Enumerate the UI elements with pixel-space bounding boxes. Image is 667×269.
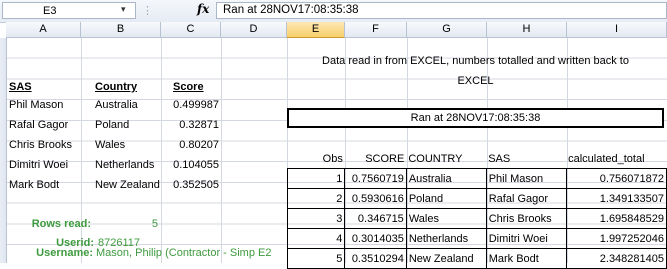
cell-score-3[interactable]: 0.80207 xyxy=(161,135,219,155)
insert-function-icon[interactable]: fx xyxy=(197,2,209,16)
column-header-c[interactable]: C xyxy=(161,22,221,38)
table-row: 3 0.346715 Wales Chris Brooks 1.69584852… xyxy=(286,208,667,229)
column-header-g[interactable]: G xyxy=(407,22,487,38)
description-line-1: Data read in from EXCEL, numbers totalle… xyxy=(322,55,629,67)
formula-text: Ran at 28NOV17:08:35:38 xyxy=(223,4,359,16)
column-header-e[interactable]: E xyxy=(287,22,345,38)
calculated-total[interactable]: 0.756071872 xyxy=(565,168,667,189)
obs[interactable]: 4 xyxy=(286,228,346,249)
cell-sas-3[interactable]: Chris Brooks xyxy=(9,135,72,155)
cell-country-2[interactable]: Poland xyxy=(95,115,129,135)
obs[interactable]: 1 xyxy=(286,168,346,189)
rows-read-value[interactable]: 5 xyxy=(100,214,158,234)
description-line-2: EXCEL xyxy=(457,75,494,87)
table-row: 5 0.3510294 New Zealand Mark Bodt 2.3482… xyxy=(286,248,667,269)
cell-reference: E3 xyxy=(43,5,57,17)
cell-country-4[interactable]: Netherlands xyxy=(95,155,154,175)
obs[interactable]: 2 xyxy=(286,188,346,209)
sas[interactable]: Rafal Gagor xyxy=(485,188,567,209)
country[interactable]: Wales xyxy=(405,208,487,229)
score[interactable]: 0.5930616 xyxy=(344,188,407,209)
username-label: Username: xyxy=(36,247,93,259)
formula-input[interactable]: Ran at 28NOV17:08:35:38 xyxy=(216,2,667,19)
column-header-d[interactable]: D xyxy=(221,22,287,38)
table-row: 2 0.5930616 Poland Rafal Gagor 1.3491335… xyxy=(286,188,667,209)
header-sas: SAS xyxy=(9,81,32,93)
country[interactable]: Australia xyxy=(405,168,487,189)
cell-score-2[interactable]: 0.32871 xyxy=(161,115,219,135)
cell-sas-1[interactable]: Phil Mason xyxy=(9,95,63,115)
sas[interactable]: Phil Mason xyxy=(485,168,567,189)
calculated-total[interactable]: 1.997252046 xyxy=(565,228,667,249)
calculated-total[interactable]: 2.348281405 xyxy=(565,248,667,269)
cell-score-1[interactable]: 0.499987 xyxy=(161,95,219,115)
table-header-row: Obs SCORE COUNTRY SAS calculated_total xyxy=(287,149,667,169)
th-calculated-total: calculated_total xyxy=(566,149,667,169)
results-table: Obs SCORE COUNTRY SAS calculated_total 1… xyxy=(286,149,667,269)
name-box[interactable]: E3 ▾ xyxy=(2,2,136,19)
chevron-down-icon[interactable]: ▾ xyxy=(121,4,126,15)
table-row: 1 0.7560719 Australia Phil Mason 0.75607… xyxy=(286,168,667,189)
column-header-a[interactable]: A xyxy=(6,22,81,38)
country[interactable]: Netherlands xyxy=(405,228,487,249)
table-row: 4 0.3014035 Netherlands Dimitri Woei 1.9… xyxy=(286,228,667,249)
header-country: Country xyxy=(95,81,138,93)
score[interactable]: 0.3014035 xyxy=(344,228,407,249)
cell-sas-4[interactable]: Dimitri Woei xyxy=(9,155,68,175)
score[interactable]: 0.7560719 xyxy=(344,168,407,189)
obs[interactable]: 5 xyxy=(286,248,346,269)
cell-sas-2[interactable]: Rafal Gagor xyxy=(9,115,68,135)
sas[interactable]: Dimitri Woei xyxy=(485,228,567,249)
th-score: SCORE xyxy=(344,149,407,169)
th-obs: Obs xyxy=(287,149,345,169)
separator-icon: ⋮ xyxy=(142,5,153,17)
cell-score-5[interactable]: 0.352505 xyxy=(161,175,219,195)
gridline xyxy=(221,38,222,263)
column-header-h[interactable]: H xyxy=(487,22,567,38)
cell-country-3[interactable]: Wales xyxy=(95,135,125,155)
score[interactable]: 0.346715 xyxy=(344,208,407,229)
th-country: COUNTRY xyxy=(406,149,487,169)
th-sas: SAS xyxy=(486,149,567,169)
run-timestamp-box[interactable]: Ran at 28NOV17:08:35:38 xyxy=(287,108,664,128)
username-value[interactable]: Mason, Philip (Contractor - Simp E2 xyxy=(96,243,285,263)
calculated-total[interactable]: 1.695848529 xyxy=(565,208,667,229)
country[interactable]: Poland xyxy=(405,188,487,209)
cell-score-4[interactable]: 0.104055 xyxy=(161,155,219,175)
column-header-i[interactable]: I xyxy=(567,22,667,38)
rows-read-label: Rows read: xyxy=(31,218,91,230)
run-timestamp: Ran at 28NOV17:08:35:38 xyxy=(410,112,541,124)
header-score: Score xyxy=(173,81,204,93)
cell-sas-5[interactable]: Mark Bodt xyxy=(9,175,59,195)
obs[interactable]: 3 xyxy=(286,208,346,229)
sas[interactable]: Mark Bodt xyxy=(485,248,567,269)
sas[interactable]: Chris Brooks xyxy=(485,208,567,229)
column-header-b[interactable]: B xyxy=(81,22,161,38)
formula-bar: E3 ▾ ⋮ fx Ran at 28NOV17:08:35:38 xyxy=(0,0,667,23)
calculated-total[interactable]: 1.349133507 xyxy=(565,188,667,209)
cell-country-1[interactable]: Australia xyxy=(95,95,138,115)
cell-country-5[interactable]: New Zealand xyxy=(95,175,160,195)
score[interactable]: 0.3510294 xyxy=(344,248,407,269)
country[interactable]: New Zealand xyxy=(405,248,487,269)
column-header-f[interactable]: F xyxy=(345,22,407,38)
